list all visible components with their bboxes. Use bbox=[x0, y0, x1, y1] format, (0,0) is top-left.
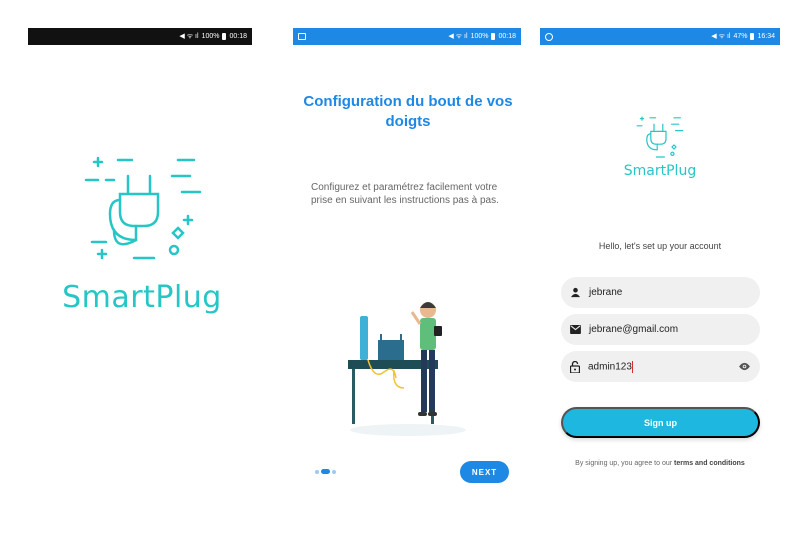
lock-icon bbox=[570, 360, 580, 373]
username-field[interactable]: jebrane bbox=[561, 277, 760, 308]
password-text: admin123 bbox=[588, 361, 632, 373]
signup-screen: ◀ ᯤ ıl 47% 16:34 SmartPlug Hello, let's … bbox=[540, 28, 780, 498]
brand-title: SmartPlug bbox=[623, 163, 697, 179]
whatsapp-notification-icon bbox=[545, 32, 553, 41]
signal-icon: ◀ ᯤ ıl bbox=[711, 33, 731, 40]
status-bar: ◀ ᯤ ıl 100% 00:18 bbox=[28, 28, 252, 45]
page-indicator bbox=[315, 469, 336, 474]
mail-icon bbox=[570, 325, 581, 334]
battery-icon bbox=[222, 33, 227, 40]
greeting-text: Hello, let's set up your account bbox=[598, 241, 722, 251]
email-field[interactable]: jebrane@gmail.com bbox=[561, 314, 760, 345]
text-cursor bbox=[631, 360, 633, 373]
page-dot-active[interactable] bbox=[321, 469, 330, 474]
plug-logo-icon bbox=[84, 156, 202, 260]
sign-up-button[interactable]: Sign up bbox=[561, 407, 760, 438]
battery-level: 47% bbox=[733, 33, 748, 40]
image-notification-icon bbox=[298, 33, 306, 40]
signal-icon: ◀ ᯤ ıl bbox=[179, 33, 199, 40]
onboarding-description: Configurez et paramétrez facilement votr… bbox=[311, 182, 499, 206]
battery-level: 100% bbox=[201, 33, 220, 40]
page-dot[interactable] bbox=[315, 469, 319, 474]
status-bar: ◀ ᯤ ıl 100% 00:18 bbox=[293, 28, 521, 45]
setup-illustration bbox=[348, 302, 466, 436]
brand-title: SmartPlug bbox=[62, 280, 222, 315]
next-button[interactable]: NEXT bbox=[460, 461, 509, 483]
battery-icon bbox=[491, 33, 496, 40]
password-field[interactable]: admin123 bbox=[561, 351, 760, 382]
plug-logo-icon bbox=[636, 116, 684, 158]
person-icon bbox=[570, 287, 581, 298]
page-dot[interactable] bbox=[332, 469, 336, 474]
status-bar: ◀ ᯤ ıl 47% 16:34 bbox=[540, 28, 780, 45]
splash-screen: ◀ ᯤ ıl 100% 00:18 SmartPlug bbox=[28, 28, 252, 498]
terms-link[interactable]: terms and conditions bbox=[674, 460, 745, 467]
battery-icon bbox=[750, 33, 755, 40]
password-value: admin123 bbox=[588, 360, 738, 373]
onboarding-screen: ◀ ᯤ ıl 100% 00:18 Configuration du bout … bbox=[293, 28, 521, 498]
eye-icon[interactable] bbox=[738, 362, 751, 371]
terms-prefix: By signing up, you agree to our bbox=[575, 460, 673, 467]
email-value: jebrane@gmail.com bbox=[589, 324, 679, 335]
username-value: jebrane bbox=[589, 287, 623, 298]
clock: 00:18 bbox=[229, 33, 247, 40]
clock: 16:34 bbox=[757, 33, 775, 40]
terms-text: By signing up, you agree to our terms an… bbox=[550, 460, 770, 467]
clock: 00:18 bbox=[498, 33, 516, 40]
signal-icon: ◀ ᯤ ıl bbox=[448, 33, 468, 40]
onboarding-title: Configuration du bout de vos doigts bbox=[303, 93, 513, 130]
battery-level: 100% bbox=[470, 33, 489, 40]
